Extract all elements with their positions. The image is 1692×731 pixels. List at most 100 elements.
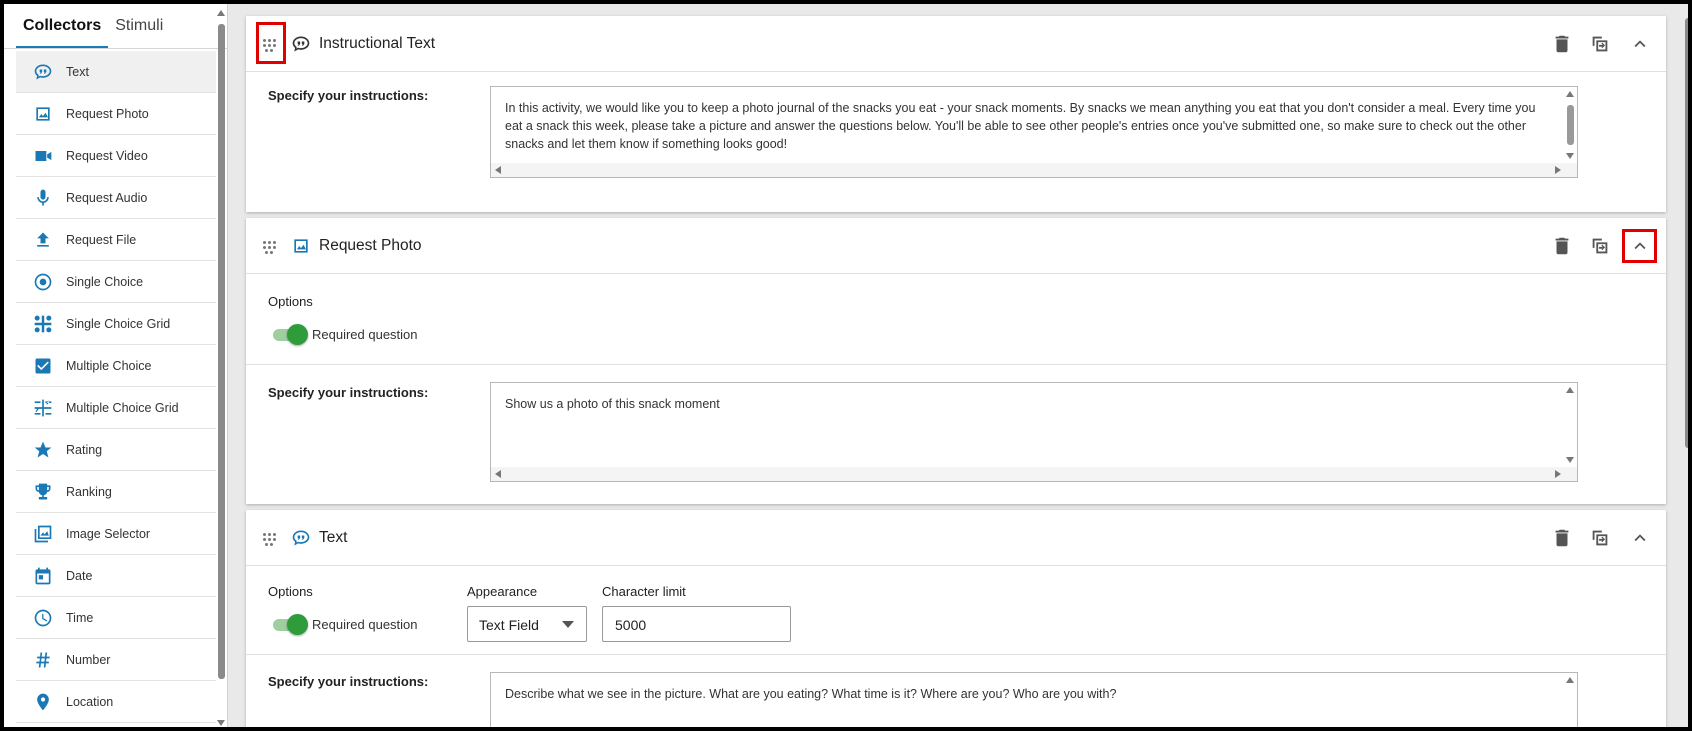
sidebar-item-label: Location bbox=[66, 694, 114, 709]
sidebar-item-single-choice[interactable]: Single Choice bbox=[16, 261, 216, 303]
drag-handle-icon[interactable] bbox=[262, 236, 276, 258]
section-divider bbox=[246, 364, 1666, 365]
duplicate-icon[interactable] bbox=[1588, 32, 1612, 56]
request-photo-card: Request Photo Options Required question … bbox=[246, 218, 1666, 504]
checkbox-icon bbox=[32, 355, 54, 377]
instructions-text[interactable]: Describe what we see in the picture. Wha… bbox=[505, 685, 1547, 703]
delete-icon[interactable] bbox=[1550, 234, 1574, 258]
microphone-icon bbox=[32, 187, 54, 209]
textarea-horizontal-scrollbar[interactable] bbox=[491, 467, 1577, 481]
scroll-right-arrow[interactable] bbox=[1555, 166, 1561, 174]
sidebar-item-request-audio[interactable]: Request Audio bbox=[16, 177, 216, 219]
clock-icon bbox=[32, 607, 54, 629]
photo-icon bbox=[32, 103, 54, 125]
sidebar-item-label: Image Selector bbox=[66, 526, 151, 541]
upload-icon bbox=[32, 229, 54, 251]
grid-icon bbox=[32, 313, 54, 335]
sidebar-item-location[interactable]: Location bbox=[16, 681, 216, 723]
scroll-up-arrow[interactable] bbox=[1566, 387, 1574, 393]
sidebar-item-single-choice-grid[interactable]: Single Choice Grid bbox=[16, 303, 216, 345]
delete-icon[interactable] bbox=[1550, 526, 1574, 550]
tab-stimuli[interactable]: Stimuli bbox=[108, 17, 170, 48]
scroll-left-arrow[interactable] bbox=[495, 470, 501, 478]
instructions-text[interactable]: In this activity, we would like you to k… bbox=[505, 99, 1547, 153]
sidebar-item-request-photo[interactable]: Request Photo bbox=[16, 93, 216, 135]
required-question-label: Required question bbox=[312, 327, 418, 342]
collapse-chevron-icon[interactable] bbox=[1628, 526, 1652, 550]
scroll-up-arrow[interactable] bbox=[217, 10, 225, 16]
character-limit-input[interactable]: 5000 bbox=[602, 606, 791, 642]
scroll-right-arrow[interactable] bbox=[1555, 470, 1561, 478]
required-toggle[interactable] bbox=[273, 614, 308, 635]
appearance-select[interactable]: Text Field bbox=[467, 606, 587, 642]
instructions-label: Specify your instructions: bbox=[268, 88, 429, 103]
card-header: Request Photo bbox=[246, 218, 1666, 274]
highlight-box bbox=[1622, 229, 1657, 263]
sidebar-item-label: Request Audio bbox=[66, 190, 148, 205]
sidebar-item-request-file[interactable]: Request File bbox=[16, 219, 216, 261]
sidebar-item-image-selector[interactable]: Image Selector bbox=[16, 513, 216, 555]
appearance-value: Text Field bbox=[479, 617, 539, 633]
scrollbar-thumb[interactable] bbox=[1685, 18, 1688, 448]
appearance-label: Appearance bbox=[467, 584, 538, 599]
instructions-label: Specify your instructions: bbox=[268, 674, 429, 689]
scroll-down-arrow[interactable] bbox=[1566, 457, 1574, 463]
sidebar-item-label: Ranking bbox=[66, 484, 112, 499]
tab-collectors[interactable]: Collectors bbox=[16, 17, 109, 48]
toggle-knob bbox=[287, 324, 308, 345]
collapse-chevron-icon[interactable] bbox=[1628, 32, 1652, 56]
textarea-horizontal-scrollbar[interactable] bbox=[491, 163, 1577, 177]
sidebar-item-request-video[interactable]: Request Video bbox=[16, 135, 216, 177]
sidebar-item-text[interactable]: Text bbox=[16, 51, 216, 93]
card-title: Request Photo bbox=[319, 237, 422, 254]
character-limit-label: Character limit bbox=[602, 584, 686, 599]
quote-bubble-icon bbox=[291, 34, 311, 54]
sidebar-item-label: Request Photo bbox=[66, 106, 149, 121]
sidebar-item-time[interactable]: Time bbox=[16, 597, 216, 639]
sidebar-item-label: Single Choice bbox=[66, 274, 144, 289]
instructions-textarea[interactable]: In this activity, we would like you to k… bbox=[490, 86, 1578, 178]
instructions-text[interactable]: Show us a photo of this snack moment bbox=[505, 395, 1547, 413]
required-toggle[interactable] bbox=[273, 324, 308, 345]
sidebar-item-multiple-choice[interactable]: Multiple Choice bbox=[16, 345, 216, 387]
scroll-up-arrow[interactable] bbox=[1566, 677, 1574, 683]
sidebar-item-number[interactable]: Number bbox=[16, 639, 216, 681]
instructions-label: Specify your instructions: bbox=[268, 385, 429, 400]
scroll-left-arrow[interactable] bbox=[495, 166, 501, 174]
main-scrollbar[interactable] bbox=[1684, 8, 1688, 727]
sidebar-item-label: Multiple Choice bbox=[66, 358, 152, 373]
scrollbar-thumb[interactable] bbox=[218, 24, 225, 679]
duplicate-icon[interactable] bbox=[1588, 526, 1612, 550]
sidebar-item-label: Text bbox=[66, 64, 89, 79]
duplicate-icon[interactable] bbox=[1588, 234, 1612, 258]
chevron-down-icon bbox=[562, 621, 574, 628]
delete-icon[interactable] bbox=[1550, 32, 1574, 56]
sidebar-item-multiple-choice-grid[interactable]: Multiple Choice Grid bbox=[16, 387, 216, 429]
sidebar-item-label: Request Video bbox=[66, 148, 148, 163]
card-header: Instructional Text bbox=[246, 16, 1666, 72]
scroll-down-arrow[interactable] bbox=[1566, 153, 1574, 159]
multi-grid-icon bbox=[32, 397, 54, 419]
textarea-vertical-scrollbar[interactable] bbox=[1563, 673, 1577, 717]
instructions-textarea[interactable]: Show us a photo of this snack moment bbox=[490, 382, 1578, 482]
sidebar-item-rating[interactable]: Rating bbox=[16, 429, 216, 471]
app-frame: Collectors Stimuli Text Request Photo Re… bbox=[0, 0, 1692, 731]
scroll-up-arrow[interactable] bbox=[1566, 91, 1574, 97]
sidebar-item-label: Multiple Choice Grid bbox=[66, 400, 179, 415]
textarea-vertical-scrollbar[interactable] bbox=[1563, 87, 1577, 163]
sidebar-scrollbar[interactable] bbox=[216, 8, 226, 727]
builder-main: Instructional Text Specify your instruct… bbox=[228, 4, 1668, 727]
drag-handle-icon[interactable] bbox=[262, 528, 276, 550]
scrollbar-thumb[interactable] bbox=[1567, 105, 1574, 145]
toggle-knob bbox=[287, 614, 308, 635]
textarea-vertical-scrollbar[interactable] bbox=[1563, 383, 1577, 467]
images-icon bbox=[32, 523, 54, 545]
quote-bubble-icon bbox=[291, 528, 311, 548]
instructions-textarea[interactable]: Describe what we see in the picture. Wha… bbox=[490, 672, 1578, 727]
sidebar-item-date[interactable]: Date bbox=[16, 555, 216, 597]
sidebar-tabs: Collectors Stimuli bbox=[4, 4, 227, 49]
sidebar-item-label: Time bbox=[66, 610, 94, 625]
scroll-down-arrow[interactable] bbox=[217, 720, 225, 726]
sidebar-item-ranking[interactable]: Ranking bbox=[16, 471, 216, 513]
card-header: Text bbox=[246, 510, 1666, 566]
